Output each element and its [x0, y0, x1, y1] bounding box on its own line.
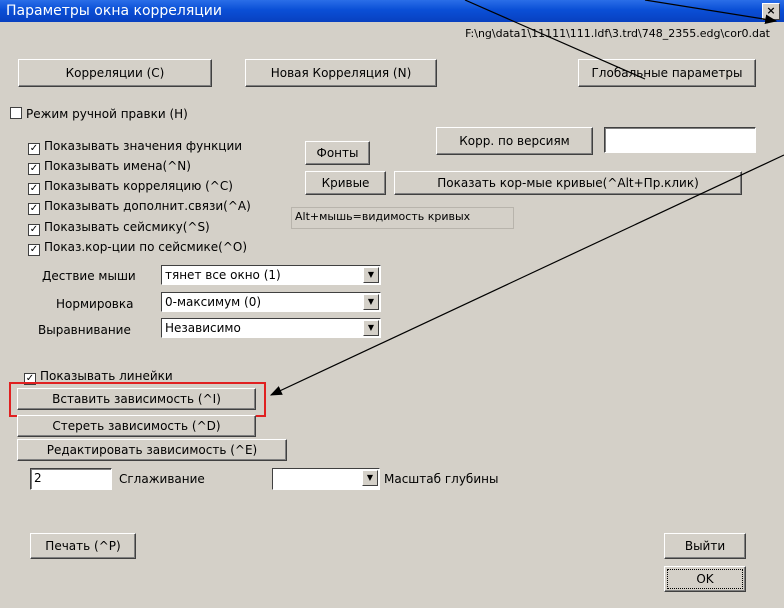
- annotation-arrow-close: [644, 0, 778, 25]
- annotation-arrow-insert: [269, 154, 784, 396]
- annotation-arrows: [269, 0, 784, 396]
- annotation-line: [464, 0, 646, 80]
